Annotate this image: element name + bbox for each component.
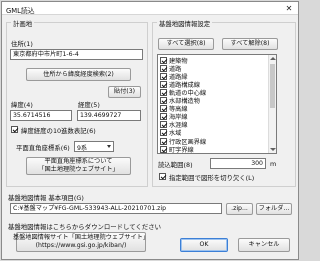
keikaku-legend: 計画地 [11,19,35,28]
chevron-down-icon [107,145,111,148]
folder-browse-button[interactable]: フォルダ... [256,203,292,215]
decimal-checkbox[interactable] [11,126,18,133]
select-all-button[interactable]: すべて選択(8) [158,38,214,50]
layer-checkbox[interactable] [160,56,167,64]
deselect-all-button[interactable]: すべて解除(8) [222,38,278,50]
download-label: 基盤地図情報はこちらからダウンロードしてください [8,223,161,231]
cancel-button[interactable]: キャンセル [238,238,290,252]
layer-label: 行政区画界線 [169,138,207,146]
layer-label: 水涯線 [169,122,188,130]
decimal-checkbox-label: 緯度経度の10進数表記(6) [21,127,96,135]
lon-input[interactable]: 139.4699727 [77,110,141,121]
layer-label: 道路 [169,65,182,73]
layer-list-item[interactable]: 道路縁 [160,72,188,81]
ok-button[interactable]: OK [180,238,228,252]
scroll-down-icon[interactable] [270,148,276,151]
layer-label: 等高線 [169,106,188,114]
lat-label: 緯度(4) [11,101,33,109]
layer-checkbox[interactable] [160,97,167,104]
layer-list-item[interactable]: 軌道の中心線 [160,88,207,97]
close-icon[interactable]: ✕ [282,3,296,14]
plane-info-button[interactable]: 平面直角座標系について 「国土地理院ウェブサイト」 [26,157,131,175]
layer-checkbox[interactable] [160,88,167,96]
layer-list-item[interactable]: 建築物 [160,56,188,65]
layer-checkbox[interactable] [160,72,167,80]
window-title: GML読込 [6,7,35,15]
layer-list-item[interactable]: 行政区画界線 [160,137,207,146]
lon-label: 経度(5) [78,101,100,109]
layer-checkbox[interactable] [160,145,167,153]
layer-label: 町字界線 [169,146,194,154]
gsi-site-button[interactable]: 基盤地図情報サイト「国土地理院ウェブサイト」 (https://www.gsi.… [12,232,150,252]
layer-list-scrollbar[interactable] [268,55,276,153]
scroll-up-icon[interactable] [270,57,276,60]
plane-select-value: 9系 [77,145,88,152]
layer-checkbox[interactable] [160,113,167,121]
plane-info-line2: 「国土地理院ウェブサイト」 [38,166,119,173]
layer-list-item[interactable]: 道路構成線 [160,80,200,89]
layer-label: 道路縁 [169,73,188,81]
lat-input[interactable]: 35.6714516 [10,110,72,121]
layers-legend: 基盤地図情報設定 [157,19,213,28]
range-unit: m [270,160,277,168]
layer-list-item[interactable]: 道路 [160,64,182,73]
plane-select[interactable]: 9系 [74,141,114,152]
plane-label: 平面直角座標系(6) [16,144,70,152]
file-label: 基盤地図情報 基本項目(G) [8,194,84,202]
address-input[interactable]: 東京都府中市片町1-6-4 [10,49,143,60]
layer-list-item[interactable]: 水部構造物 [160,97,200,105]
layer-list-item[interactable]: 水涯線 [160,121,188,129]
layer-label: 軌道の中心線 [169,89,207,97]
address-label: 住所(1) [11,40,33,48]
paste-button[interactable]: 貼付(3) [108,86,141,98]
file-path-input[interactable]: C:¥基盤マップ¥FG-GML-533943-ALL-20210701.zip [10,203,222,214]
layer-list-item[interactable]: 水域 [160,129,181,137]
zip-browse-button[interactable]: .zip... [226,203,253,215]
plane-info-line1: 平面直角座標系について [44,158,113,166]
layer-checkbox[interactable] [160,137,167,145]
layer-label: 建築物 [169,57,188,65]
layer-label: 水域 [169,130,182,138]
title-bar: GML読込 ✕ [2,2,298,15]
layer-list-item[interactable]: 海岸線 [160,113,188,121]
gsi-site-line2: (https://www.gsi.go.jp/kiban/) [35,242,127,249]
scroll-thumb[interactable] [270,64,275,108]
range-input[interactable]: 300 [210,158,266,169]
layer-checkbox[interactable] [160,80,167,88]
layer-list[interactable]: 町字界線 行政区画界線 水域 水涯線 海岸線 等高線 水部構造物 軌道の中心線 道路構成線 道路縁… [157,54,277,154]
layer-label: 道路構成線 [169,81,200,89]
layer-checkbox[interactable] [160,64,167,72]
clip-checkbox-label: 指定範囲で図形を切り欠く(L) [169,174,255,182]
range-label: 読込範囲(8) [158,161,193,169]
layer-list-item[interactable]: 町字界線 [160,145,194,153]
gml-import-dialog: GML読込 ✕ 計画地 住所(1) 東京都府中市片町1-6-4 住所から緯度経度… [1,1,299,260]
layer-label: 海岸線 [169,114,188,122]
layer-checkbox[interactable] [160,129,167,137]
layer-checkbox[interactable] [160,105,167,113]
clip-checkbox[interactable] [159,173,166,180]
geocode-button[interactable]: 住所から緯度経度検索(2) [26,68,131,81]
gsi-site-line1: 基盤地図情報サイト「国土地理院ウェブサイト」 [12,234,150,242]
layer-label: 水部構造物 [169,98,200,105]
layer-list-item[interactable]: 等高線 [160,105,188,113]
layer-checkbox[interactable] [160,121,167,129]
